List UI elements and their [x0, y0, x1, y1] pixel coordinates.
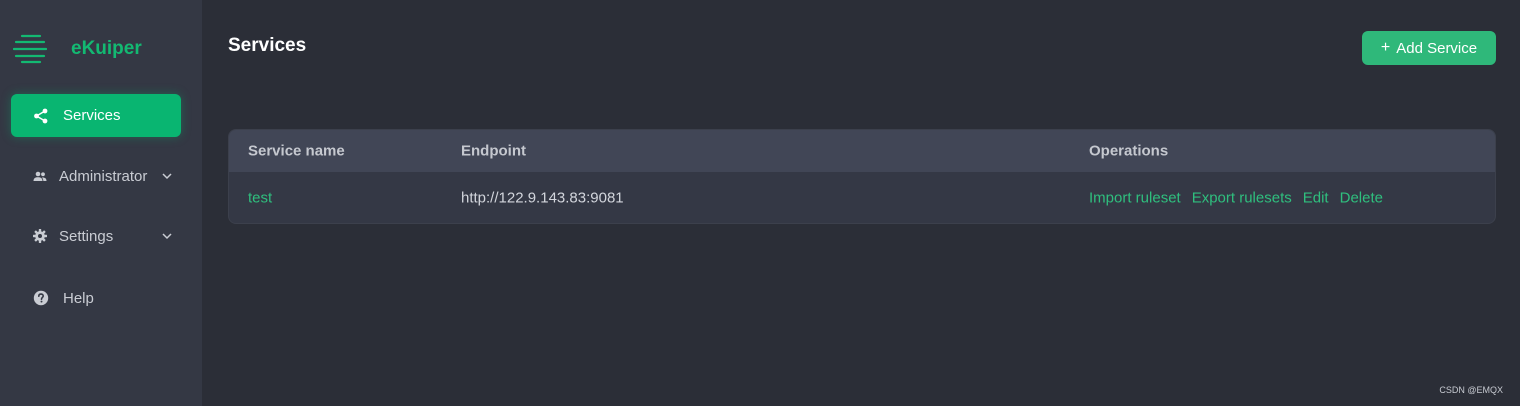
sidebar-item-settings[interactable]: Settings — [11, 216, 181, 256]
edit-link[interactable]: Edit — [1303, 189, 1329, 206]
sidebar-item-label: Services — [63, 107, 121, 124]
sidebar: eKuiper Services Administrator Settings … — [0, 0, 202, 406]
import-ruleset-link[interactable]: Import ruleset — [1089, 189, 1181, 206]
share-icon — [34, 108, 48, 123]
plus-icon: + — [1380, 39, 1391, 56]
services-table: Service name Endpoint Operations test ht… — [228, 129, 1496, 224]
add-service-button[interactable]: + Add Service — [1362, 31, 1496, 65]
chevron-down-icon — [162, 173, 172, 180]
table-header: Service name Endpoint Operations — [229, 130, 1495, 172]
sidebar-item-label: Administrator — [59, 167, 148, 185]
help-icon — [33, 290, 49, 306]
users-icon — [33, 171, 47, 181]
operations-cell: Import ruleset Export rulesets Edit Dele… — [1089, 189, 1383, 206]
table-row: test http://122.9.143.83:9081 Import rul… — [229, 172, 1495, 223]
ekuiper-logo-icon — [13, 34, 47, 64]
logo[interactable]: eKuiper — [13, 33, 142, 65]
column-header-service-name: Service name — [248, 142, 345, 160]
sidebar-item-label: Help — [63, 289, 94, 307]
column-header-operations: Operations — [1089, 142, 1169, 160]
gear-icon — [33, 229, 47, 243]
delete-link[interactable]: Delete — [1340, 189, 1383, 206]
export-rulesets-link[interactable]: Export rulesets — [1192, 189, 1292, 206]
sidebar-item-administrator[interactable]: Administrator — [11, 156, 181, 196]
app-title: eKuiper — [71, 38, 142, 59]
watermark: CSDN @EMQX — [1439, 385, 1503, 395]
service-name-link[interactable]: test — [248, 189, 272, 206]
page-title: Services — [228, 35, 307, 56]
endpoint-cell: http://122.9.143.83:9081 — [461, 189, 624, 206]
sidebar-item-label: Settings — [59, 227, 114, 245]
chevron-down-icon — [162, 233, 172, 240]
add-service-label: Add Service — [1396, 39, 1478, 57]
sidebar-item-services[interactable]: Services — [11, 94, 181, 137]
column-header-endpoint: Endpoint — [461, 142, 526, 160]
sidebar-item-help[interactable]: Help — [11, 278, 181, 318]
